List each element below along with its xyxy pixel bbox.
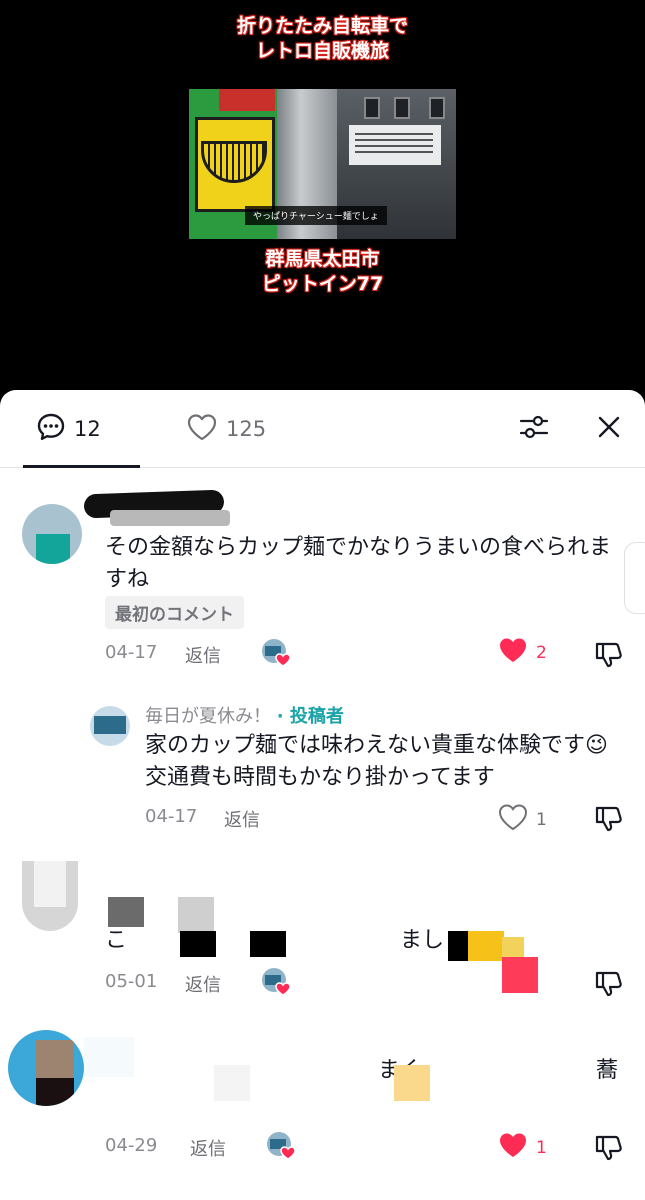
- avatar-image: [34, 861, 66, 907]
- coin-slot: [394, 97, 410, 119]
- thumbs-down-icon: [594, 971, 624, 1003]
- like-button[interactable]: 1: [498, 803, 547, 836]
- close-button[interactable]: [592, 412, 626, 446]
- comment-date: 05-01: [105, 971, 158, 992]
- likes-count: 125: [226, 417, 267, 441]
- video-frame: やっぱりチャーシュー麺でしょ: [189, 89, 456, 239]
- close-icon: [596, 414, 622, 444]
- reply-button[interactable]: 返信: [185, 642, 221, 668]
- comments-header: 12 125: [0, 390, 645, 468]
- video-caption-location: 群馬県太田市 ピットイン77: [0, 247, 645, 297]
- heart-filled-icon: [498, 636, 528, 669]
- comment-text-fragment: まし: [400, 928, 445, 953]
- redacted-block: [84, 1037, 134, 1077]
- video-caption-title: 折りたたみ自転車で レトロ自販機旅: [0, 14, 645, 64]
- video-player[interactable]: 折りたたみ自転車で レトロ自販機旅 やっぱりチャーシュー麺でしょ 群馬県太田市 …: [0, 0, 645, 400]
- redacted-block: [448, 931, 470, 961]
- comment-bubble-icon: [36, 412, 66, 447]
- coin-slot: [364, 97, 380, 119]
- like-count: 1: [536, 809, 547, 830]
- heart-outline-icon: [186, 412, 218, 447]
- comment-date: 04-17: [105, 642, 158, 663]
- redacted-block: [250, 931, 286, 957]
- dislike-button[interactable]: [594, 1133, 624, 1163]
- poster-strip: [219, 89, 275, 111]
- vending-notice: [349, 125, 441, 165]
- reply-button[interactable]: 返信: [224, 806, 260, 832]
- video-subtitle: やっぱりチャーシュー麺でしょ: [245, 206, 387, 225]
- caption-line: 群馬県太田市: [265, 248, 380, 270]
- redacted-block: [108, 897, 144, 927]
- reply-button[interactable]: 返信: [185, 971, 221, 997]
- creator-liked-icon: [266, 1131, 296, 1161]
- reply-button[interactable]: 返信: [190, 1135, 226, 1161]
- redacted-block: [468, 931, 504, 961]
- comment-username: 毎日が夏休み！ · 投稿者: [145, 702, 344, 728]
- comment-date: 04-29: [105, 1135, 158, 1156]
- thumbs-down-icon: [594, 806, 624, 838]
- redacted-username: [110, 510, 230, 526]
- avatar-image: [94, 716, 126, 734]
- coin-slot: [429, 97, 445, 119]
- comment-item: まく 蕎 04-29 返信 1: [0, 1025, 645, 1200]
- author-tag: · 投稿者: [276, 706, 344, 727]
- comment-text: 家のカップ麺では味わえない貴重な体験です😉交通費も時間もかなり掛かってます: [145, 733, 608, 790]
- caption-line: レトロ自販機旅: [255, 40, 389, 62]
- creator-liked-icon: [261, 967, 291, 997]
- comment-date: 04-17: [145, 806, 198, 827]
- tab-likes[interactable]: 125: [186, 412, 266, 446]
- dislike-button[interactable]: [594, 640, 624, 670]
- avatar[interactable]: [22, 861, 78, 931]
- avatar-image: [36, 1078, 74, 1106]
- comment-item: こ まし 05-01 返信: [0, 855, 645, 1025]
- like-button[interactable]: 2: [498, 636, 547, 669]
- thumbs-down-icon: [594, 642, 624, 674]
- dislike-button[interactable]: [594, 969, 624, 999]
- like-count: 2: [536, 642, 547, 663]
- username-text[interactable]: 毎日が夏休み！: [145, 706, 271, 727]
- comments-sheet: 12 125 その金額ならカップ麺でかなりうまいの食べられますね 最初のコメント…: [0, 390, 645, 1200]
- comment-text-fragment: こ: [105, 928, 128, 953]
- redacted-block: [178, 897, 214, 933]
- caption-line: ピットイン77: [261, 273, 384, 295]
- avatar-image: [36, 534, 70, 564]
- tab-comments[interactable]: 12: [36, 412, 101, 446]
- redacted-block: [502, 957, 538, 993]
- like-count: 1: [536, 1137, 547, 1158]
- first-comment-badge: 最初のコメント: [105, 596, 244, 629]
- active-tab-indicator: [23, 465, 140, 468]
- sliders-icon: [518, 412, 550, 446]
- author-avatar[interactable]: [90, 706, 130, 746]
- dislike-button[interactable]: [594, 804, 624, 834]
- redacted-block: [394, 1065, 430, 1101]
- reply-item: 毎日が夏休み！ · 投稿者 家のカップ麺では味わえない貴重な体験です😉交通費も時…: [0, 690, 645, 850]
- caption-line: 折りたたみ自転車で: [236, 15, 408, 37]
- heart-filled-icon: [498, 1131, 528, 1164]
- heart-outline-icon: [498, 803, 528, 836]
- comment-text-fragment: 蕎: [596, 1058, 619, 1083]
- filter-settings-button[interactable]: [517, 412, 551, 446]
- redacted-block: [214, 1065, 250, 1101]
- comment-item: その金額ならカップ麺でかなりうまいの食べられますね 最初のコメント 04-17 …: [0, 489, 645, 680]
- thumbs-down-icon: [594, 1135, 624, 1167]
- avatar-image: [36, 1040, 74, 1080]
- creator-liked-icon: [261, 638, 291, 668]
- comments-count: 12: [74, 417, 101, 441]
- redacted-block: [180, 931, 216, 957]
- avatar[interactable]: [8, 1030, 84, 1106]
- avatar[interactable]: [22, 504, 82, 564]
- like-button[interactable]: 1: [498, 1131, 547, 1164]
- comment-text: その金額ならカップ麺でかなりうまいの食べられますね: [105, 535, 612, 592]
